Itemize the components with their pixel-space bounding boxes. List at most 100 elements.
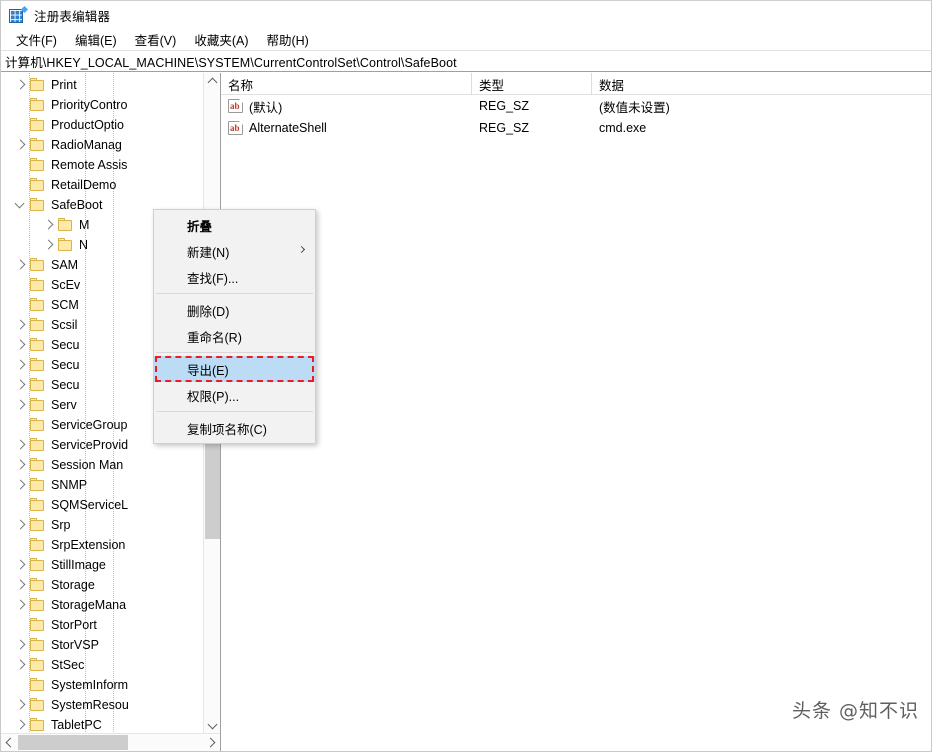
chevron-right-icon[interactable] — [13, 395, 29, 415]
column-header-data[interactable]: 数据 — [592, 73, 931, 95]
folder-icon — [29, 638, 46, 652]
tree-item-tabletpc[interactable]: TabletPC — [1, 715, 203, 733]
ctx-new[interactable]: 新建(N) — [154, 238, 315, 264]
tree-item-productoptio[interactable]: ProductOptio — [1, 115, 203, 135]
tree-item-srp[interactable]: Srp — [1, 515, 203, 535]
chevron-right-icon[interactable] — [13, 475, 29, 495]
menu-edit[interactable]: 编辑(E) — [66, 29, 126, 51]
folder-icon — [29, 658, 46, 672]
tree-item-label: SAM — [51, 258, 82, 272]
tree-item-systemresou[interactable]: SystemResou — [1, 695, 203, 715]
tree-item-sqmservicel[interactable]: SQMServiceL — [1, 495, 203, 515]
tree-item-label: Remote Assis — [51, 158, 131, 172]
chevron-right-icon[interactable] — [13, 635, 29, 655]
main-split: Print PriorityContro ProductOptioRadioMana… — [1, 73, 931, 751]
chevron-right-icon[interactable] — [13, 375, 29, 395]
registry-icon — [9, 7, 26, 24]
tree-item-radiomanag[interactable]: RadioManag — [1, 135, 203, 155]
menu-favorites[interactable]: 收藏夹(A) — [185, 29, 257, 51]
context-menu-item-label: 折叠 — [187, 216, 212, 235]
value-row[interactable]: AlternateShellREG_SZcmd.exe — [221, 117, 931, 139]
tree-item-label: SNMP — [51, 478, 91, 492]
column-header-type[interactable]: 类型 — [472, 73, 592, 95]
chevron-right-icon[interactable] — [13, 135, 29, 155]
tree-horizontal-scroll-thumb[interactable] — [18, 735, 128, 750]
tree-indent — [1, 695, 13, 715]
scroll-right-arrow-icon[interactable] — [203, 734, 220, 751]
chevron-right-icon[interactable] — [13, 255, 29, 275]
chevron-right-icon[interactable] — [13, 555, 29, 575]
value-row[interactable]: (默认)REG_SZ(数值未设置) — [221, 95, 931, 117]
scroll-left-arrow-icon[interactable] — [1, 734, 18, 751]
chevron-right-icon[interactable] — [13, 435, 29, 455]
tree-item-remote-assis[interactable]: Remote Assis — [1, 155, 203, 175]
tree-indent — [1, 395, 13, 415]
chevron-right-icon[interactable] — [41, 235, 57, 255]
chevron-right-icon[interactable] — [13, 355, 29, 375]
tree-item-label: SCM — [51, 298, 83, 312]
folder-icon — [29, 538, 46, 552]
tree-item-stsec[interactable]: StSec — [1, 655, 203, 675]
string-value-icon — [228, 99, 243, 113]
ctx-delete[interactable]: 删除(D) — [154, 297, 315, 323]
tree-item-storagemana[interactable]: StorageMana — [1, 595, 203, 615]
tree-item-label: StSec — [51, 658, 88, 672]
chevron-right-icon[interactable] — [41, 215, 57, 235]
tree-indent — [1, 255, 13, 275]
tree-item-srpextension[interactable]: SrpExtension — [1, 535, 203, 555]
value-name-cell: (默认) — [221, 95, 472, 117]
context-menu-separator — [156, 352, 313, 353]
chevron-right-icon[interactable] — [13, 595, 29, 615]
tree-item-storage[interactable]: Storage — [1, 575, 203, 595]
folder-icon — [29, 318, 46, 332]
address-bar[interactable]: 计算机\HKEY_LOCAL_MACHINE\SYSTEM\CurrentCon… — [1, 51, 931, 72]
tree-horizontal-scrollbar[interactable] — [1, 733, 220, 751]
tree-indent — [1, 455, 13, 475]
chevron-right-icon[interactable] — [13, 515, 29, 535]
tree-item-label: Print — [51, 78, 81, 92]
tree-item-systeminform[interactable]: SystemInform — [1, 675, 203, 695]
chevron-right-icon[interactable] — [13, 315, 29, 335]
menu-view[interactable]: 查看(V) — [126, 29, 186, 51]
chevron-down-icon[interactable] — [13, 195, 29, 215]
folder-icon — [29, 358, 46, 372]
value-data-cell: (数值未设置) — [592, 95, 931, 117]
tree-item-storport[interactable]: StorPort — [1, 615, 203, 635]
scroll-up-arrow-icon[interactable] — [204, 73, 221, 90]
folder-icon — [29, 338, 46, 352]
tree-item-print[interactable]: Print — [1, 75, 203, 95]
scroll-down-arrow-icon[interactable] — [204, 716, 221, 733]
tree-item-label: PriorityContro — [51, 98, 131, 112]
chevron-right-icon[interactable] — [13, 335, 29, 355]
ctx-copy-key-name[interactable]: 复制项名称(C) — [154, 415, 315, 441]
chevron-right-icon[interactable] — [13, 715, 29, 733]
menu-help[interactable]: 帮助(H) — [257, 29, 317, 51]
tree-item-prioritycontro[interactable]: PriorityContro — [1, 95, 203, 115]
chevron-right-icon[interactable] — [13, 695, 29, 715]
ctx-find[interactable]: 查找(F)... — [154, 264, 315, 290]
folder-icon — [57, 238, 74, 252]
tree-indent — [1, 715, 13, 733]
tree-item-storvsp[interactable]: StorVSP — [1, 635, 203, 655]
tree-indent — [1, 675, 13, 695]
tree-spacer — [13, 295, 29, 315]
ctx-permissions[interactable]: 权限(P)... — [154, 382, 315, 408]
tree-item-stillimage[interactable]: StillImage — [1, 555, 203, 575]
folder-icon — [29, 618, 46, 632]
ctx-collapse[interactable]: 折叠 — [154, 212, 315, 238]
chevron-right-icon[interactable] — [13, 455, 29, 475]
tree-item-label: Session Man — [51, 458, 127, 472]
chevron-right-icon[interactable] — [13, 75, 29, 95]
tree-item-retaildemo[interactable]: RetailDemo — [1, 175, 203, 195]
chevron-right-icon[interactable] — [13, 575, 29, 595]
ctx-rename[interactable]: 重命名(R) — [154, 323, 315, 349]
menu-file[interactable]: 文件(F) — [7, 29, 66, 51]
tree-item-session-man[interactable]: Session Man — [1, 455, 203, 475]
tree-indent — [1, 635, 13, 655]
tree-item-snmp[interactable]: SNMP — [1, 475, 203, 495]
ctx-export[interactable]: 导出(E) — [154, 356, 315, 382]
column-header-name[interactable]: 名称 — [221, 73, 472, 95]
chevron-right-icon[interactable] — [13, 655, 29, 675]
folder-icon — [29, 438, 46, 452]
tree-indent — [1, 475, 13, 495]
